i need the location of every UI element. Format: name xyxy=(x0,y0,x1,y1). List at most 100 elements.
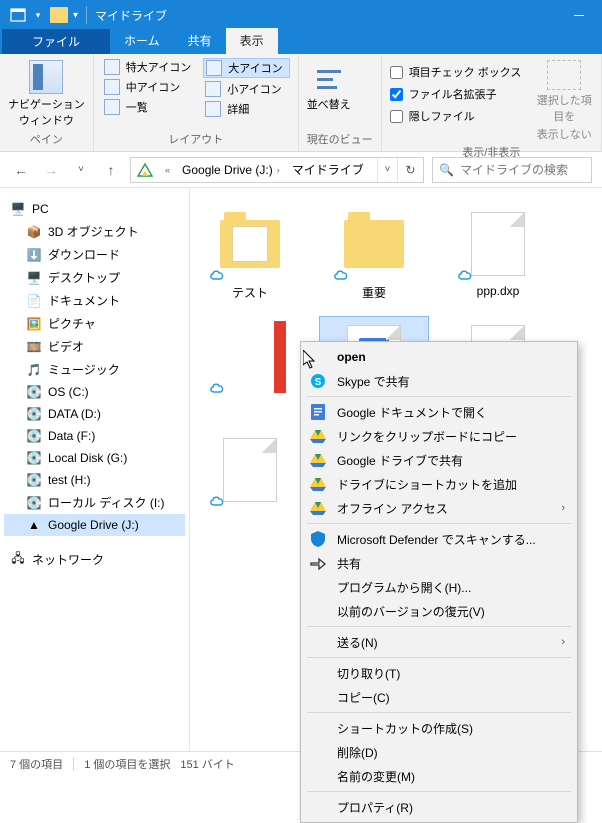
qat-dropdown[interactable]: ▾ xyxy=(31,4,45,26)
breadcrumb[interactable]: « Google Drive (J:)› マイドライブ ˅ ↻ xyxy=(130,157,424,183)
layout-large[interactable]: 大アイコン xyxy=(203,58,289,78)
tree-item[interactable]: 💽OS (C:) xyxy=(4,381,185,403)
search-input[interactable]: 🔍 マイドライブの検索 xyxy=(432,157,592,183)
tab-share[interactable]: 共有 xyxy=(174,28,226,54)
folder-item[interactable]: 重要 xyxy=(320,204,428,305)
tree-item-label: ダウンロード xyxy=(48,246,120,263)
tree-item[interactable]: 💽Local Disk (G:) xyxy=(4,447,185,469)
file-item[interactable]: ppp.dxp xyxy=(444,204,552,305)
ribbon-group-show: 項目チェック ボックス ファイル名拡張子 隠しファイル 選択した項目を 表示しな… xyxy=(382,54,602,151)
tree-item[interactable]: 🎵ミュージック xyxy=(4,358,185,381)
layout-extra-large[interactable]: 特大アイコン xyxy=(102,58,197,76)
folder-icon xyxy=(344,220,404,268)
divider xyxy=(307,791,571,792)
tree-item-icon: ⬇️ xyxy=(26,247,42,263)
recent-dropdown[interactable]: ˅ xyxy=(70,159,92,181)
tab-home[interactable]: ホーム xyxy=(110,28,174,54)
ctx-properties[interactable]: プロパティ(R) xyxy=(303,795,575,819)
svg-text:S: S xyxy=(315,377,322,388)
layout-details[interactable]: 詳細 xyxy=(203,100,289,118)
check-hidden-files[interactable]: 隠しファイル xyxy=(390,106,522,126)
ctx-open-with[interactable]: プログラムから開く(H)... xyxy=(303,575,575,599)
breadcrumb-folder[interactable]: マイドライブ xyxy=(286,161,370,178)
blank-icon xyxy=(309,578,327,596)
layout-medium[interactable]: 中アイコン xyxy=(102,78,197,96)
tree-item[interactable]: ▲Google Drive (J:) xyxy=(4,514,185,536)
tree-pc[interactable]: 🖥️ PC xyxy=(4,198,185,220)
ctx-previous-versions[interactable]: 以前のバージョンの復元(V) xyxy=(303,599,575,623)
ctx-copy[interactable]: コピー(C) xyxy=(303,685,575,709)
google-drive-icon xyxy=(309,499,327,517)
tree-item[interactable]: 💽Data (F:) xyxy=(4,425,185,447)
search-placeholder: マイドライブの検索 xyxy=(460,161,568,178)
tree-item[interactable]: 🖼️ピクチャ xyxy=(4,312,185,335)
file-item[interactable] xyxy=(196,317,304,418)
ctx-skype-share[interactable]: SSkype で共有 xyxy=(303,369,575,393)
context-menu: open SSkype で共有 Google ドキュメントで開く リンクをクリッ… xyxy=(300,341,578,823)
ctx-rename[interactable]: 名前の変更(M) xyxy=(303,764,575,788)
check-item-checkboxes[interactable]: 項目チェック ボックス xyxy=(390,62,522,82)
navigation-pane-icon xyxy=(29,60,63,94)
explorer-icon[interactable] xyxy=(6,4,30,26)
navigation-pane-button[interactable]: ナビゲーション ウィンドウ xyxy=(8,58,85,128)
tree-item[interactable]: 🎞️ビデオ xyxy=(4,335,185,358)
ctx-open[interactable]: open xyxy=(303,345,575,369)
group-label-view: 現在のビュー xyxy=(307,129,373,149)
sort-button[interactable]: 並べ替え xyxy=(307,58,351,112)
folder-item[interactable]: テスト xyxy=(196,204,304,305)
ctx-create-shortcut[interactable]: ショートカットの作成(S) xyxy=(303,716,575,740)
tab-file[interactable]: ファイル xyxy=(2,29,110,54)
breadcrumb-drive[interactable]: Google Drive (J:)› xyxy=(176,163,286,177)
layout-list[interactable]: 一覧 xyxy=(102,98,197,116)
up-button[interactable]: ↑ xyxy=(100,159,122,181)
back-button[interactable]: ← xyxy=(10,159,32,181)
chevron-down-icon[interactable]: ▾ xyxy=(73,10,78,21)
tree-item-label: ローカル ディスク (I:) xyxy=(48,494,165,511)
ribbon-group-sort: 並べ替え 現在のビュー xyxy=(299,54,382,151)
tree-item[interactable]: 🖥️デスクトップ xyxy=(4,266,185,289)
ctx-open-google-docs[interactable]: Google ドキュメントで開く xyxy=(303,400,575,424)
navigation-pane-label: ナビゲーション ウィンドウ xyxy=(8,96,85,128)
google-drive-icon xyxy=(309,475,327,493)
check-file-ext[interactable]: ファイル名拡張子 xyxy=(390,84,522,104)
refresh-button[interactable]: ↻ xyxy=(397,158,423,182)
tree-item[interactable]: 💽test (H:) xyxy=(4,469,185,491)
tree-item-icon: 💽 xyxy=(26,495,42,511)
ctx-defender-scan[interactable]: Microsoft Defender でスキャンする... xyxy=(303,527,575,551)
file-item[interactable] xyxy=(196,430,304,514)
tree-network[interactable]: 🖧 ネットワーク xyxy=(4,548,185,571)
ctx-copy-link[interactable]: リンクをクリップボードにコピー xyxy=(303,424,575,448)
checkbox-icon[interactable] xyxy=(390,110,403,123)
breadcrumb-root-sep[interactable]: « xyxy=(159,165,176,175)
tree-item[interactable]: 📦3D オブジェクト xyxy=(4,220,185,243)
tree-item[interactable]: ⬇️ ダウンロード xyxy=(4,243,185,266)
ctx-share-google-drive[interactable]: Google ドライブで共有 xyxy=(303,448,575,472)
minimize-button[interactable] xyxy=(556,0,602,30)
ctx-delete[interactable]: 削除(D) xyxy=(303,740,575,764)
tree-item[interactable]: 📄ドキュメント xyxy=(4,289,185,312)
tree-item[interactable]: 💽DATA (D:) xyxy=(4,403,185,425)
ctx-share[interactable]: 共有 xyxy=(303,551,575,575)
google-drive-icon xyxy=(309,451,327,469)
layout-small[interactable]: 小アイコン xyxy=(203,80,289,98)
address-dropdown[interactable]: ˅ xyxy=(377,158,397,182)
ctx-send-to[interactable]: 送る(N)› xyxy=(303,630,575,654)
checkbox-icon[interactable] xyxy=(390,66,403,79)
forward-button[interactable]: → xyxy=(40,159,62,181)
cloud-icon xyxy=(456,268,476,282)
cloud-icon xyxy=(208,268,228,282)
ctx-cut[interactable]: 切り取り(T) xyxy=(303,661,575,685)
tab-view[interactable]: 表示 xyxy=(226,28,278,54)
checkbox-icon[interactable] xyxy=(390,88,403,101)
tree-item[interactable]: 💽 ローカル ディスク (I:) xyxy=(4,491,185,514)
chevron-right-icon: › xyxy=(561,502,565,514)
skype-icon: S xyxy=(309,372,327,390)
divider xyxy=(307,657,571,658)
tree-item-icon: 💽 xyxy=(26,472,42,488)
navigation-tree: 🖥️ PC 📦3D オブジェクト ⬇️ ダウンロード 🖥️デスクトップ📄ドキュメント🖼… xyxy=(0,188,190,751)
extra-large-icon xyxy=(104,59,120,75)
cloud-icon xyxy=(208,381,228,395)
ctx-offline-access[interactable]: オフライン アクセス› xyxy=(303,496,575,520)
share-icon xyxy=(309,554,327,572)
ctx-add-shortcut-drive[interactable]: ドライブにショートカットを追加 xyxy=(303,472,575,496)
